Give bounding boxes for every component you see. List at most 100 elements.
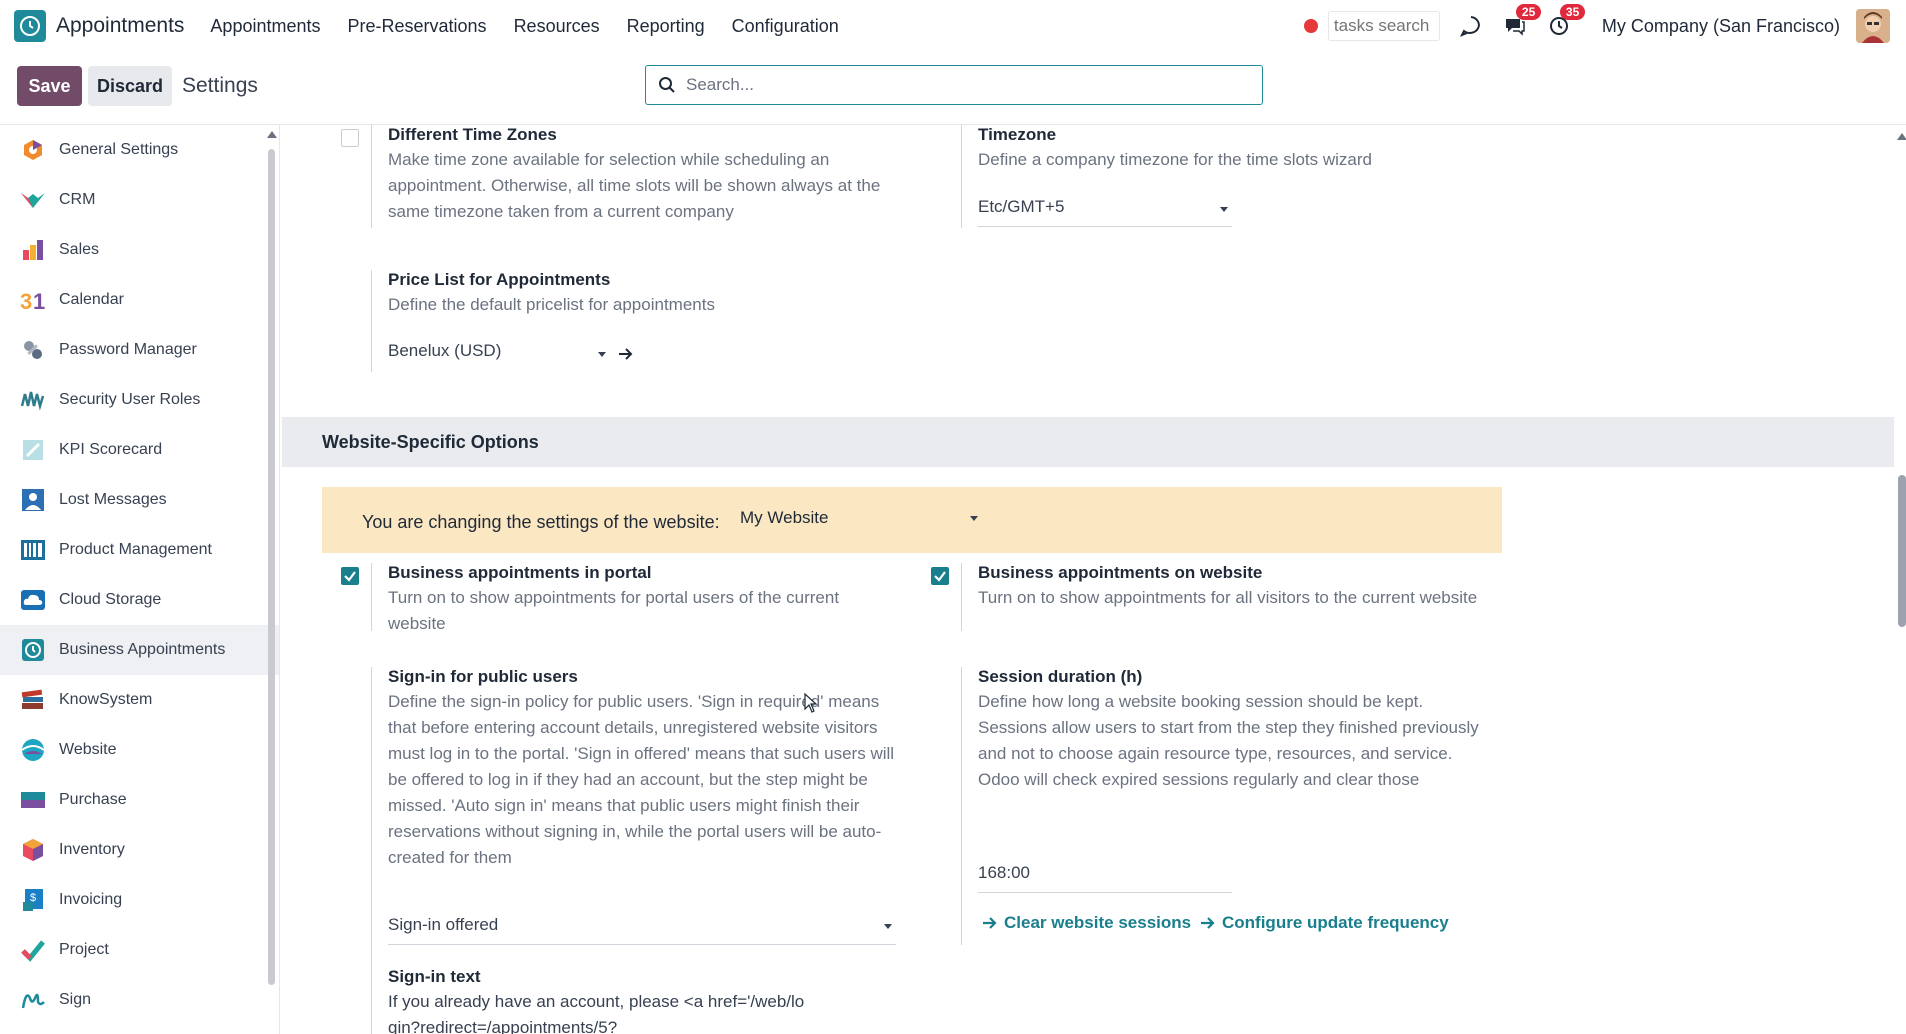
website-appointments-desc: Turn on to show appointments for all vis…: [978, 588, 1478, 607]
sidebar-item-sales[interactable]: Sales: [0, 225, 279, 275]
crm-icon: [20, 187, 46, 213]
mouse-cursor-icon: [804, 693, 818, 713]
kpi-icon: [20, 437, 46, 463]
chevron-down-icon: [598, 352, 606, 357]
general-settings-icon: [20, 137, 46, 163]
activities-badge: 35: [1559, 4, 1586, 20]
sidebar-item-sign[interactable]: Sign: [0, 975, 279, 1025]
session-duration-input[interactable]: 168:00: [978, 863, 1232, 893]
content-scrollbar[interactable]: [1898, 475, 1906, 627]
signin-policy-select[interactable]: Sign-in offered: [388, 915, 896, 945]
menu-configuration[interactable]: Configuration: [732, 16, 839, 37]
different-time-zones-title: Different Time Zones: [388, 125, 557, 144]
configure-update-frequency-link[interactable]: Configure update frequency: [1200, 913, 1449, 933]
recording-dot-icon[interactable]: [1303, 19, 1318, 33]
appointments-app-icon: [14, 10, 46, 42]
sidebar-item-project[interactable]: Project: [0, 925, 279, 975]
timezone-title: Timezone: [978, 125, 1057, 144]
page-title: Settings: [182, 74, 258, 97]
arrow-right-icon: [983, 917, 997, 929]
messages-badge: 25: [1515, 4, 1542, 20]
sidebar-scrollbar[interactable]: [268, 149, 275, 985]
clear-website-sessions-link[interactable]: Clear website sessions: [982, 913, 1191, 933]
sign-icon: [20, 987, 46, 1013]
sidebar-item-crm[interactable]: CRM: [0, 175, 279, 225]
timezone-select[interactable]: Etc/GMT+5: [978, 197, 1232, 227]
tasks-search-input[interactable]: [1327, 11, 1440, 41]
app-brand[interactable]: Appointments: [14, 10, 184, 42]
sidebar-item-product-management[interactable]: Product Management: [0, 525, 279, 575]
discuss-icon[interactable]: [1458, 13, 1484, 39]
settings-search-box[interactable]: [645, 65, 1263, 105]
sidebar-item-purchase[interactable]: Purchase: [0, 775, 279, 825]
menu-appointments[interactable]: Appointments: [210, 16, 320, 37]
svg-text:3: 3: [20, 289, 32, 312]
menu-resources[interactable]: Resources: [514, 16, 600, 37]
signin-policy-title: Sign-in for public users: [388, 667, 578, 686]
portal-appointments-checkbox[interactable]: [341, 567, 359, 585]
signin-text-value[interactable]: If you already have an account, please <…: [388, 989, 808, 1034]
pricelist-select[interactable]: Benelux (USD): [388, 341, 610, 371]
sidebar-item-password-manager[interactable]: Password Manager: [0, 325, 279, 375]
website-selector-banner: You are changing the settings of the web…: [322, 487, 1502, 553]
cloud-storage-icon: [20, 587, 46, 613]
divider: [371, 667, 372, 1034]
invoicing-icon: $: [20, 887, 46, 913]
sidebar-item-knowsystem[interactable]: KnowSystem: [0, 675, 279, 725]
sidebar-item-cloud-storage[interactable]: Cloud Storage: [0, 575, 279, 625]
settings-content: Different Time Zones Make time zone avai…: [282, 125, 1906, 1034]
website-appointments-checkbox[interactable]: [931, 567, 949, 585]
website-select[interactable]: My Website: [740, 508, 980, 534]
sidebar-item-security-user-roles[interactable]: Security User Roles: [0, 375, 279, 425]
main-menu: Appointments Pre-Reservations Resources …: [210, 16, 865, 37]
appointments-icon: [20, 637, 46, 663]
portal-appointments-desc: Turn on to show appointments for portal …: [388, 588, 840, 633]
settings-search-input[interactable]: [686, 75, 1246, 95]
sidebar-item-calendar[interactable]: 31 Calendar: [0, 275, 279, 325]
signin-policy-desc: Define the sign-in policy for public use…: [388, 692, 895, 867]
messages-icon[interactable]: 25: [1502, 4, 1542, 39]
session-duration-desc: Define how long a website booking sessio…: [978, 692, 1479, 789]
content-scroll-up-icon[interactable]: [1897, 133, 1906, 140]
sales-icon: [20, 237, 46, 263]
sidebar-item-general-settings[interactable]: General Settings: [0, 125, 279, 175]
different-time-zones-checkbox[interactable]: [341, 129, 359, 147]
activities-clock-icon[interactable]: 35: [1546, 4, 1586, 39]
product-management-icon: [20, 537, 46, 563]
website-appointments-title: Business appointments on website: [978, 563, 1263, 582]
menu-pre-reservations[interactable]: Pre-Reservations: [348, 16, 487, 37]
chevron-down-icon: [1220, 207, 1228, 212]
discard-button[interactable]: Discard: [88, 66, 172, 106]
timezone-desc: Define a company timezone for the time s…: [978, 150, 1373, 169]
pricelist-desc: Define the default pricelist for appoint…: [388, 295, 715, 314]
chevron-down-icon: [884, 924, 892, 929]
company-switcher[interactable]: My Company (San Francisco): [1602, 16, 1840, 37]
arrow-right-icon: [1201, 917, 1215, 929]
sidebar-item-lost-messages[interactable]: Lost Messages: [0, 475, 279, 525]
menu-reporting[interactable]: Reporting: [627, 16, 705, 37]
save-button[interactable]: Save: [17, 66, 82, 106]
signin-text-title: Sign-in text: [388, 967, 481, 986]
knowsystem-icon: [20, 687, 46, 713]
sidebar-item-invoicing[interactable]: $ Invoicing: [0, 875, 279, 925]
project-icon: [20, 937, 46, 963]
divider: [961, 667, 962, 945]
navbar-right: 25 35 My Company (San Francisco): [1303, 0, 1906, 52]
sidebar-item-website[interactable]: Website: [0, 725, 279, 775]
website-icon: [20, 737, 46, 763]
different-time-zones-desc: Make time zone available for selection w…: [388, 150, 881, 221]
search-icon: [659, 77, 675, 93]
divider: [371, 270, 372, 372]
sidebar-item-inventory[interactable]: Inventory: [0, 825, 279, 875]
divider: [961, 125, 962, 228]
sidebar-scroll-up-icon[interactable]: [267, 131, 277, 138]
app-name: Appointments: [56, 14, 185, 37]
website-banner-label: You are changing the settings of the web…: [362, 512, 720, 532]
session-duration-title: Session duration (h): [978, 667, 1143, 686]
chevron-down-icon: [970, 516, 978, 521]
settings-sidebar: General Settings CRM Sales 31 Calendar P…: [0, 125, 280, 1034]
user-avatar[interactable]: [1856, 9, 1890, 43]
sidebar-item-business-appointments[interactable]: Business Appointments: [0, 625, 279, 675]
internal-link-arrow-icon[interactable]: [618, 347, 634, 361]
sidebar-item-kpi-scorecard[interactable]: KPI Scorecard: [0, 425, 279, 475]
